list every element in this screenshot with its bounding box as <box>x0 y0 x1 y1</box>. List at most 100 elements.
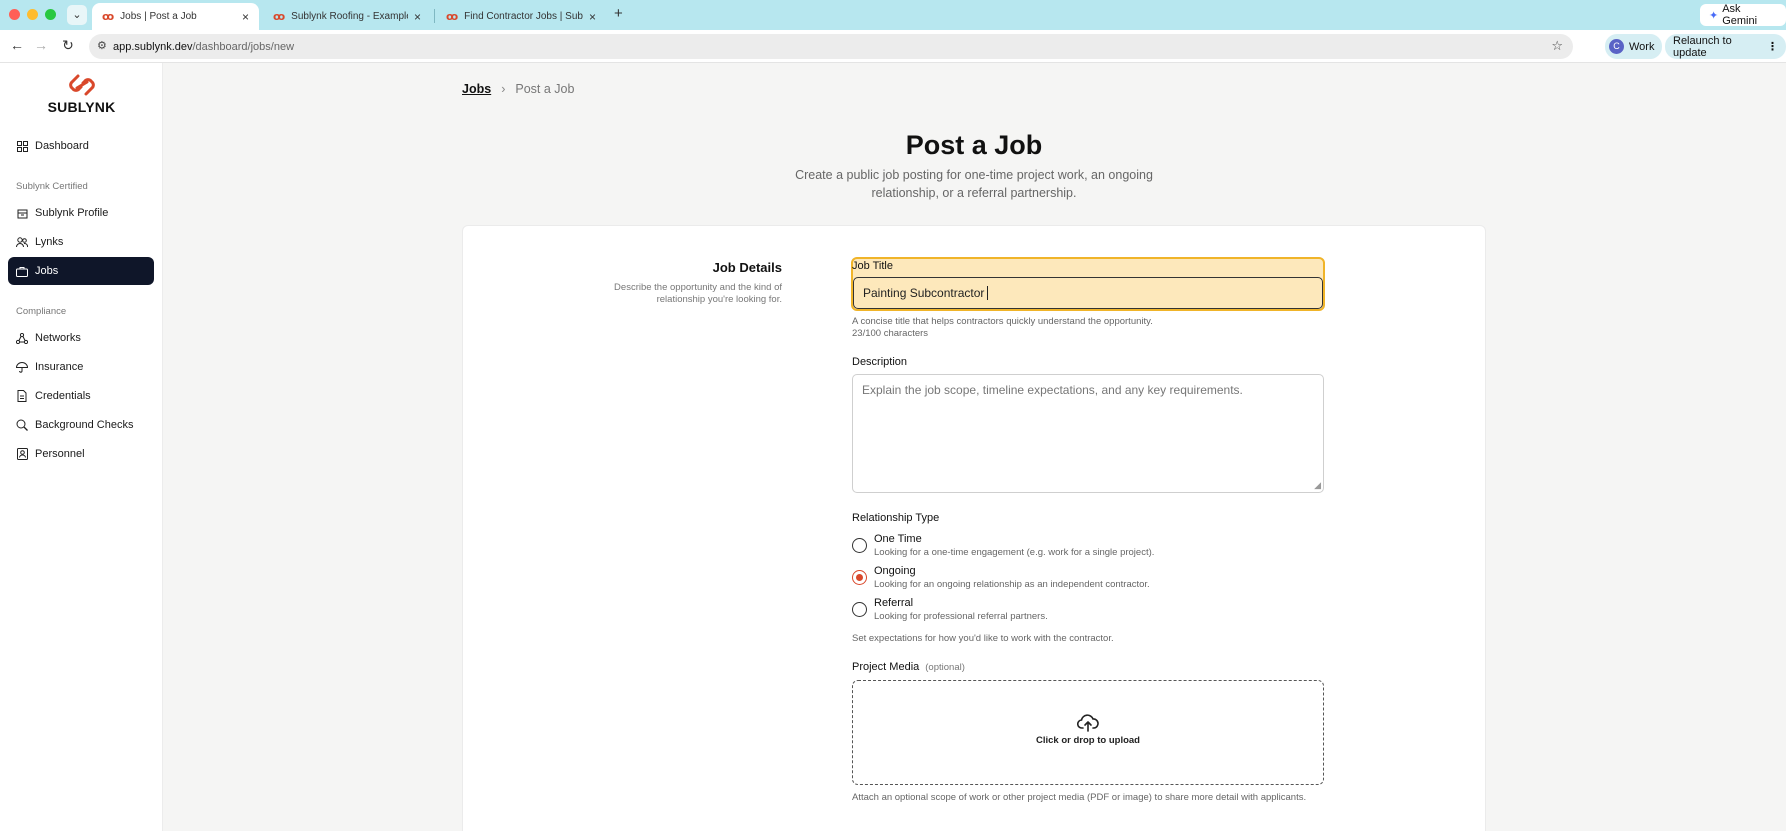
description-label: Description <box>852 356 908 368</box>
id-card-icon <box>16 448 28 460</box>
sidebar-item-jobs[interactable]: Jobs <box>8 257 154 285</box>
network-icon <box>16 332 28 344</box>
search-icon <box>16 419 28 431</box>
profile-button[interactable]: C Work <box>1605 34 1663 59</box>
minimize-window-button[interactable] <box>27 9 38 20</box>
maximize-window-button[interactable] <box>45 9 56 20</box>
breadcrumb-separator: › <box>501 82 506 96</box>
sidebar-item-label: Background Checks <box>35 419 134 431</box>
tab-search-button[interactable]: ⌄ <box>67 5 87 25</box>
address-bar[interactable]: ⚙ app.sublynk.dev /dashboard/jobs/new ☆ <box>89 34 1573 59</box>
browser-tab-strip: ⌄ ꝏ Jobs | Post a Job × ꝏ Sublynk Roofin… <box>0 0 1786 30</box>
sublynk-favicon-icon: ꝏ <box>273 11 286 23</box>
relationship-option-referral[interactable]: Referral Looking for professional referr… <box>852 597 1048 622</box>
relationship-option-ongoing[interactable]: Ongoing Looking for an ongoing relations… <box>852 565 1150 590</box>
project-media-label-text: Project Media <box>852 661 920 673</box>
browser-tab-sublynk-roofing[interactable]: ꝏ Sublynk Roofing - Example O × <box>263 3 431 30</box>
close-tab-icon[interactable]: × <box>414 10 421 24</box>
job-title-help: A concise title that helps contractors q… <box>852 316 1153 327</box>
relaunch-label: Relaunch to update <box>1673 34 1732 59</box>
job-title-char-count: 23/100 characters <box>852 328 929 339</box>
relationship-option-one-time[interactable]: One Time Looking for a one-time engageme… <box>852 533 1154 558</box>
browser-tab-post-a-job[interactable]: ꝏ Jobs | Post a Job × <box>92 3 259 30</box>
description-placeholder: Explain the job scope, timeline expectat… <box>862 383 1243 397</box>
sidebar-item-personnel[interactable]: Personnel <box>8 440 154 468</box>
sidebar-item-label: Jobs <box>35 265 59 277</box>
sidebar-item-label: Lynks <box>35 236 64 248</box>
section-title: Job Details <box>712 260 782 275</box>
nav-section-compliance: Compliance <box>16 306 67 317</box>
page-title: Post a Job <box>905 130 1043 160</box>
url-host: app.sublynk.dev <box>113 40 193 53</box>
profile-label: Work <box>1629 40 1655 53</box>
sublynk-favicon-icon: ꝏ <box>102 11 115 23</box>
job-title-label: Job Title <box>852 260 893 272</box>
resize-handle-icon[interactable]: ◢ <box>1314 480 1321 491</box>
logo-text: SUBLYNK <box>47 99 116 115</box>
sidebar-item-label: Personnel <box>35 448 85 460</box>
tab-title: Jobs | Post a Job <box>120 11 197 22</box>
sublynk-logo-icon <box>68 74 95 96</box>
sidebar-item-background-checks[interactable]: Background Checks <box>8 411 154 439</box>
back-arrow-icon[interactable]: ← <box>8 37 26 53</box>
sublynk-logo[interactable]: SUBLYNK <box>0 73 163 115</box>
radio-title: Ongoing <box>874 565 916 577</box>
users-icon <box>16 236 28 248</box>
job-title-value: Painting Subcontractor <box>863 286 985 300</box>
radio-description: Looking for a one-time engagement (e.g. … <box>874 547 1155 558</box>
tab-separator <box>434 9 435 23</box>
sidebar-item-label: Credentials <box>35 390 91 402</box>
briefcase-icon <box>16 265 28 277</box>
sparkle-icon: ✦ <box>1709 9 1719 22</box>
relationship-help: Set expectations for how you'd like to w… <box>852 633 1114 644</box>
sidebar-item-label: Sublynk Profile <box>35 207 109 219</box>
bookmark-star-icon[interactable]: ☆ <box>1551 38 1563 54</box>
tab-title: Find Contractor Jobs | Sublyn <box>464 11 583 22</box>
sidebar-item-lynks[interactable]: Lynks <box>8 228 154 256</box>
cloud-upload-icon <box>1077 714 1099 732</box>
radio-title: One Time <box>874 533 922 545</box>
upload-text: Click or drop to upload <box>1036 735 1140 746</box>
relaunch-to-update-button[interactable]: Relaunch to update ⋮ <box>1665 34 1786 59</box>
job-title-input[interactable]: Painting Subcontractor <box>853 277 1323 309</box>
reload-icon[interactable]: ↻ <box>59 37 77 54</box>
radio-description: Looking for professional referral partne… <box>874 611 1048 622</box>
building-icon <box>16 207 28 219</box>
close-tab-icon[interactable]: × <box>589 10 596 24</box>
document-icon <box>16 390 28 402</box>
sidebar-item-networks[interactable]: Networks <box>8 324 154 352</box>
sidebar-item-label: Insurance <box>35 361 84 373</box>
url-path: /dashboard/jobs/new <box>192 40 295 53</box>
sidebar-item-sublynk-profile[interactable]: Sublynk Profile <box>8 199 154 227</box>
radio-referral[interactable] <box>852 602 867 617</box>
browser-toolbar: ← → ↻ ⚙ app.sublynk.dev /dashboard/jobs/… <box>0 30 1786 63</box>
browser-tab-find-contractor-jobs[interactable]: ꝏ Find Contractor Jobs | Sublyn × <box>436 3 606 30</box>
project-media-label: Project Media (optional) <box>852 661 965 673</box>
relationship-type-label: Relationship Type <box>852 512 940 524</box>
profile-avatar: C <box>1609 39 1624 54</box>
breadcrumb-jobs-link[interactable]: Jobs <box>462 82 491 96</box>
more-menu-icon[interactable]: ⋮ <box>1767 40 1778 53</box>
radio-ongoing[interactable] <box>852 570 867 585</box>
optional-tag: (optional) <box>925 662 965 673</box>
sublynk-favicon-icon: ꝏ <box>446 11 459 23</box>
site-settings-icon[interactable]: ⚙ <box>97 39 107 52</box>
radio-description: Looking for an ongoing relationship as a… <box>874 579 1150 590</box>
close-tab-icon[interactable]: × <box>242 10 249 24</box>
tab-title: Sublynk Roofing - Example O <box>291 11 408 22</box>
new-tab-button[interactable]: + <box>614 5 623 22</box>
text-caret <box>987 286 989 300</box>
close-window-button[interactable] <box>9 9 20 20</box>
section-description: Describe the opportunity and the kind of… <box>614 282 782 305</box>
sidebar-item-insurance[interactable]: Insurance <box>8 353 154 381</box>
forward-arrow-icon[interactable]: → <box>32 37 50 53</box>
nav-section-sublynk-certified: Sublynk Certified <box>16 181 88 192</box>
upload-dropzone[interactable]: Click or drop to upload <box>852 680 1324 785</box>
page-subtitle: Create a public job posting for one-time… <box>795 168 1153 200</box>
sidebar-item-credentials[interactable]: Credentials <box>8 382 154 410</box>
ask-gemini-label: Ask Gemini <box>1722 3 1758 27</box>
description-textarea[interactable]: Explain the job scope, timeline expectat… <box>852 374 1324 493</box>
sidebar-item-label: Networks <box>35 332 81 344</box>
radio-one-time[interactable] <box>852 538 867 553</box>
ask-gemini-button[interactable]: ✦ Ask Gemini <box>1700 3 1786 27</box>
